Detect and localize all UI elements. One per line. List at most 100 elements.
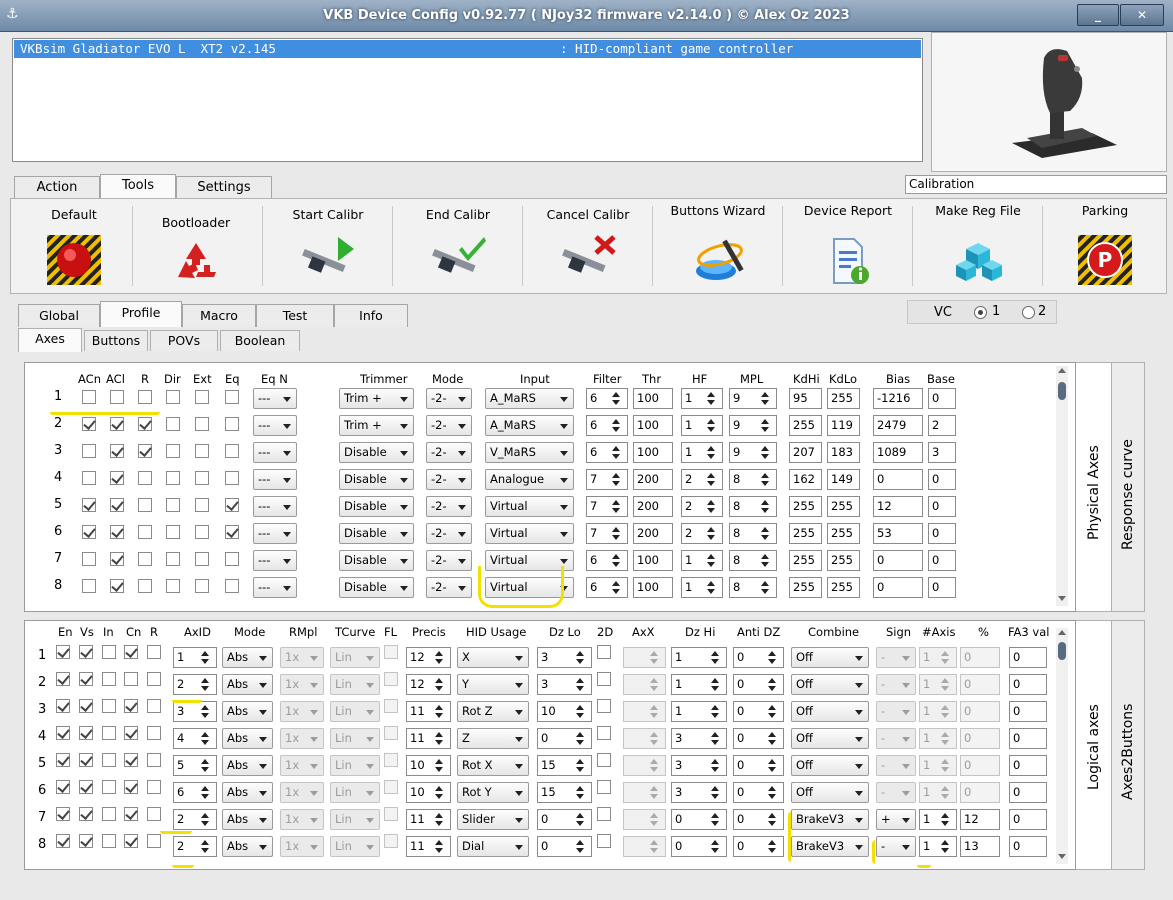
dzlo-spinner[interactable]: 3 [537,647,592,668]
checkbox-r[interactable] [138,498,152,512]
checkbox-dir[interactable] [166,444,180,458]
checkbox-acl[interactable] [110,471,124,485]
twod-checkbox[interactable] [597,807,611,821]
combine-dropdown[interactable]: BrakeV3 [791,836,869,857]
checkbox-en[interactable] [56,699,70,713]
base-field[interactable]: 0 [928,469,956,490]
bias-field[interactable]: 0 [873,577,923,598]
pct-field[interactable]: 12 [960,809,1000,830]
checkbox-ext[interactable] [195,552,209,566]
antidz-spinner[interactable]: 0 [733,701,784,722]
hid-usage-dropdown[interactable]: Slider [457,809,529,830]
combine-dropdown[interactable]: Off [791,674,869,695]
thr-field[interactable]: 100 [633,550,673,571]
checkbox-ext[interactable] [195,471,209,485]
thr-field[interactable]: 100 [633,577,673,598]
bias-field[interactable]: 1089 [873,442,923,463]
checkbox-cn[interactable] [124,780,138,794]
checkbox-r[interactable] [138,390,152,404]
checkbox-eq[interactable] [225,552,239,566]
hf-spinner[interactable]: 1 [681,577,723,598]
mode-dropdown[interactable]: Abs [222,809,273,830]
checkbox-eq[interactable] [225,525,239,539]
hid-usage-dropdown[interactable]: Z [457,728,529,749]
dzhi-spinner[interactable]: 1 [671,647,727,668]
mpl-spinner[interactable]: 8 [729,496,777,517]
bias-field[interactable]: -1216 [873,388,923,409]
filter-spinner[interactable]: 7 [586,496,628,517]
eqn-dropdown[interactable]: --- [253,442,297,463]
mode-dropdown[interactable]: -2- [426,577,472,598]
dzlo-spinner[interactable]: 0 [537,728,592,749]
checkbox-acl[interactable] [110,525,124,539]
checkbox-in[interactable] [102,753,116,767]
checkbox-acl[interactable] [110,579,124,593]
dzlo-spinner[interactable]: 3 [537,674,592,695]
input-dropdown[interactable]: A_MaRS [485,415,574,436]
checkbox-cn[interactable] [124,726,138,740]
hid-usage-dropdown[interactable]: Y [457,674,529,695]
checkbox-eq[interactable] [225,498,239,512]
physical-axes-scrollbar[interactable] [1056,366,1068,606]
checkbox-r[interactable] [147,645,161,659]
thr-field[interactable]: 100 [633,415,673,436]
axid-spinner[interactable]: 3 [173,701,217,722]
tab-action[interactable]: Action [14,176,100,200]
checkbox-en[interactable] [56,672,70,686]
kdhi-field[interactable]: 255 [789,415,822,436]
checkbox-acn[interactable] [82,444,96,458]
precis-spinner[interactable]: 10 [406,782,451,803]
tab-info[interactable]: Info [334,304,408,327]
checkbox-r[interactable] [147,726,161,740]
mode-dropdown[interactable]: -2- [426,388,472,409]
vc-radio-1[interactable] [974,306,987,319]
antidz-spinner[interactable]: 0 [733,728,784,749]
mode-dropdown[interactable]: -2- [426,442,472,463]
checkbox-eq[interactable] [225,390,239,404]
hf-spinner[interactable]: 2 [681,496,723,517]
axid-spinner[interactable]: 1 [173,647,217,668]
checkbox-dir[interactable] [166,417,180,431]
antidz-spinner[interactable]: 0 [733,809,784,830]
fa3-field[interactable]: 0 [1009,674,1047,695]
trimmer-dropdown[interactable]: Disable [339,442,414,463]
thr-field[interactable]: 200 [633,523,673,544]
kdlo-field[interactable]: 255 [827,523,860,544]
minimize-button[interactable]: _ [1077,4,1119,26]
checkbox-en[interactable] [56,726,70,740]
precis-spinner[interactable]: 12 [406,674,451,695]
checkbox-ext[interactable] [195,444,209,458]
kdlo-field[interactable]: 255 [827,550,860,571]
start-calibr-button[interactable]: Start Calibr [264,201,392,291]
checkbox-cn[interactable] [124,807,138,821]
scrollbar-thumb[interactable] [1058,382,1066,400]
hf-spinner[interactable]: 1 [681,388,723,409]
combine-dropdown[interactable]: Off [791,782,869,803]
checkbox-dir[interactable] [166,498,180,512]
checkbox-vs[interactable] [79,645,93,659]
subtab-povs[interactable]: POVs [150,330,218,351]
checkbox-acn[interactable] [82,498,96,512]
device-report-button[interactable]: Device Report [784,201,912,291]
mpl-spinner[interactable]: 9 [729,415,777,436]
checkbox-r[interactable] [138,525,152,539]
tab-global[interactable]: Global [18,304,100,327]
base-field[interactable]: 0 [928,523,956,544]
checkbox-r[interactable] [147,834,161,848]
kdhi-field[interactable]: 255 [789,523,822,544]
antidz-spinner[interactable]: 0 [733,782,784,803]
filter-spinner[interactable]: 6 [586,442,628,463]
combine-dropdown[interactable]: Off [791,701,869,722]
fa3-field[interactable]: 0 [1009,728,1047,749]
dzlo-spinner[interactable]: 0 [537,836,592,857]
combine-dropdown[interactable]: Off [791,755,869,776]
hid-usage-dropdown[interactable]: Rot Y [457,782,529,803]
checkbox-eq[interactable] [225,417,239,431]
checkbox-dir[interactable] [166,552,180,566]
filter-spinner[interactable]: 6 [586,388,628,409]
axid-spinner[interactable]: 2 [173,809,217,830]
precis-spinner[interactable]: 11 [406,836,451,857]
twod-checkbox[interactable] [597,645,611,659]
mode-dropdown[interactable]: Abs [222,836,273,857]
mode-dropdown[interactable]: -2- [426,496,472,517]
